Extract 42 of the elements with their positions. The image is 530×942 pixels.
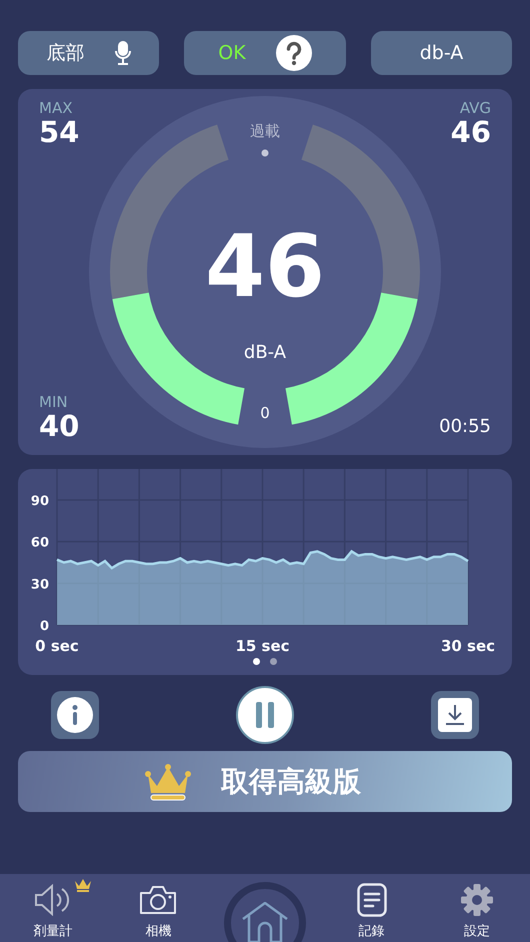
tab-bar-item[interactable]: 記錄: [332, 882, 412, 942]
unit-label: dB-A: [244, 342, 286, 363]
home-button[interactable]: [224, 882, 306, 942]
stat-value: 54: [39, 117, 80, 149]
y-tick-label: 30: [30, 577, 49, 592]
stat-value: 46: [450, 117, 491, 149]
overload-dot: [262, 150, 268, 156]
help-icon[interactable]: [276, 35, 312, 71]
page-dot[interactable]: [253, 658, 260, 665]
sound-level-reading: 46: [205, 224, 325, 310]
info-button[interactable]: [51, 691, 99, 739]
y-tick-label: 60: [30, 536, 49, 551]
y-tick-label: 0: [40, 619, 49, 634]
pause-icon: [256, 702, 274, 728]
stat-label: MIN: [39, 393, 69, 412]
unit-button[interactable]: db-A: [371, 31, 512, 75]
house-icon: [240, 902, 289, 942]
x-tick-label: 15 sec: [235, 637, 290, 655]
settings-icon: [461, 884, 494, 916]
page-dot[interactable]: [270, 658, 277, 665]
tab-bar-item[interactable]: 相機: [118, 882, 198, 942]
overload-label: 過載: [250, 122, 280, 141]
y-tick-label: 90: [30, 494, 49, 509]
status-button[interactable]: OK: [184, 31, 346, 75]
stat-label: AVG: [460, 99, 491, 117]
crown-icon: [145, 762, 191, 800]
microphone-icon: [114, 40, 130, 66]
tab-bar-item[interactable]: 設定: [437, 882, 518, 942]
stat-label: MAX: [39, 99, 74, 117]
x-tick-label: 30 sec: [440, 637, 496, 655]
scale-label: 0: [260, 404, 270, 422]
tab-bar-item[interactable]: 剤量計: [12, 882, 93, 942]
elapsed-time: 00:55: [439, 416, 491, 437]
source-button[interactable]: 底部: [18, 31, 159, 75]
x-tick-label: 0 sec: [35, 637, 79, 655]
speaker-icon: [34, 884, 72, 916]
document-icon: [356, 883, 387, 917]
camera-icon: [139, 885, 178, 915]
download-icon: [438, 698, 472, 732]
stat-value: 40: [39, 411, 80, 443]
info-icon: [57, 697, 93, 733]
download-button[interactable]: [431, 691, 479, 739]
